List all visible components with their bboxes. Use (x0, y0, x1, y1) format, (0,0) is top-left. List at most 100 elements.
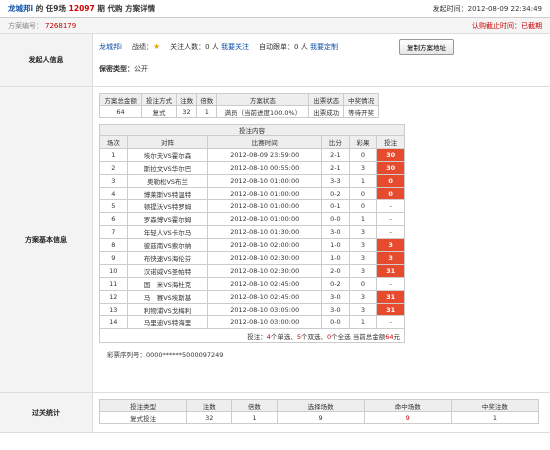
ticket-label: 彩票序列号： (107, 351, 146, 360)
match-score: 2-1 (321, 147, 350, 162)
match-score: 2-1 (321, 160, 350, 175)
match-result: 3 (348, 160, 378, 175)
stats-section: 过关统计 投注类型 注数 倍数 选择场数 命中场数 中奖注数 复式投注 32 1 9 9 1 (0, 393, 550, 433)
match-time: 2012-08-10 02:30:00 (207, 263, 323, 278)
summary-header: 方案总金额 (98, 93, 143, 106)
match-teams: 斯拉文VS华尔巴 (126, 160, 209, 175)
match-score: 0-0 (321, 212, 350, 227)
match-bet: 30 (376, 147, 405, 162)
basic-info-section-label: 方案基本信息 (0, 87, 93, 392)
table-row: 2 斯拉文VS华尔巴 2012-08-10 00:55:00 2-1 3 30 (99, 160, 405, 175)
match-teams: 布快速VS海伦芬 (126, 251, 209, 265)
match-result: 0 (348, 186, 378, 201)
summary-cell: 等待开奖 (343, 105, 379, 118)
match-no: 8 (99, 238, 128, 253)
match-score: 3-3 (321, 173, 350, 188)
triples-label: 个全选 当前总金额 (331, 332, 386, 341)
match-result: 0 (348, 147, 378, 162)
match-score: 2-0 (321, 263, 350, 278)
match-no: 14 (99, 315, 128, 330)
title-end: 期 代购 方案详情 (94, 4, 156, 13)
match-score: 3-0 (321, 302, 350, 317)
match-time: 2012-08-10 02:45:00 (207, 289, 323, 304)
privacy: 保密类型：公开 (99, 64, 544, 74)
follow-info: 关注人数：0 人 我要关注 (170, 42, 249, 52)
sponsor-name[interactable]: 龙城邦i (99, 42, 122, 52)
match-bet: 3 (376, 251, 405, 265)
stats-header: 注数 (186, 399, 233, 412)
sponsor-section-label: 发起人信息 (0, 34, 93, 86)
bet-summary-prefix: 投注： (247, 332, 267, 341)
privacy-label: 保密类型： (99, 65, 134, 73)
page-header: 龙城邦i 的 任9场 12097 期 代购 方案详情 发起时间：2012-08-… (0, 0, 550, 18)
match-result: 1 (348, 315, 378, 330)
follow-count: 0 人 (205, 43, 219, 51)
match-result: 3 (348, 263, 378, 278)
match-no: 5 (99, 199, 128, 214)
stats-section-label: 过关统计 (0, 393, 93, 432)
summary-header: 注数 (175, 93, 198, 106)
match-result: 3 (348, 251, 378, 265)
match-bet: - (376, 199, 405, 214)
match-time: 2012-08-10 01:00:00 (207, 186, 323, 201)
title-mid: 的 任9场 (33, 4, 69, 13)
follow-link[interactable]: 我要关注 (221, 43, 249, 51)
match-no: 2 (99, 160, 128, 175)
stats-header: 倍数 (231, 399, 278, 412)
scheme-id-label: 方案编号： (8, 21, 43, 30)
match-result: 3 (348, 302, 378, 317)
match-time: 2012-08-10 02:45:00 (207, 276, 323, 291)
copy-scheme-url-button[interactable]: 复制方案地址 (399, 39, 454, 55)
match-result: 1 (348, 173, 378, 188)
publish-time: 发起时间：2012-08-09 22:34:49 (433, 4, 542, 14)
match-header: 彩果 (348, 135, 378, 149)
match-header: 对阵 (126, 135, 209, 149)
match-time: 2012-08-10 01:00:00 (207, 173, 323, 188)
match-result: 3 (348, 238, 378, 253)
stats-header: 选择场数 (276, 399, 365, 412)
match-result: 0 (348, 199, 378, 214)
page-title: 龙城邦i 的 任9场 12097 期 代购 方案详情 (8, 3, 155, 14)
match-header: 场次 (99, 135, 128, 149)
summary-table: 方案总金额 投注方式 注数 倍数 方案状态 出票状态 中奖情况 64 复式 32 1 满员（当前进度… (98, 93, 379, 118)
sponsor-name-link[interactable]: 龙城邦i (8, 4, 33, 13)
sponsor-section: 发起人信息 龙城邦i 战绩：★ 关注人数：0 人 我要关注 自动跟单：0 人 我… (0, 34, 550, 87)
match-bet: 31 (376, 289, 405, 304)
match-bet: - (376, 276, 405, 291)
table-row: 11 国 米VS海杜克 2012-08-10 02:45:00 0-2 0- (99, 276, 405, 291)
stats-header: 命中场数 (363, 399, 452, 412)
table-row: 13 利物浦VS戈梅利 2012-08-10 03:05:00 3-0 3 31 (99, 302, 405, 317)
scheme-id: 7268179 (45, 21, 77, 30)
match-teams: 汉诺威VS圣帕特 (126, 263, 209, 278)
match-teams: 埃尔夫VS霍尔森 (126, 147, 209, 162)
total-unit: 元 (393, 332, 401, 341)
auto-follow-info: 自动跟单：0 人 我要定制 (259, 42, 338, 52)
table-row: 12 马 赛VS埃斯基 2012-08-10 02:45:00 3-0 3 31 (99, 289, 405, 304)
summary-cell: 出票成功 (308, 105, 345, 118)
table-row: 1 埃尔夫VS霍尔森 2012-08-09 23:59:00 2-1 0 30 (99, 147, 405, 162)
basic-info-section: 方案基本信息 方案总金额 投注方式 注数 倍数 方案状态 出票状态 中奖情况 64 复式 32 1… (0, 87, 550, 393)
table-row: 10 汉诺威VS圣帕特 2012-08-10 02:30:00 2-0 3 31 (99, 263, 405, 278)
match-bet: 3 (376, 238, 405, 253)
match-teams: 罗森博VS霍尔姆 (126, 212, 209, 227)
deadline-value: 已截期 (521, 21, 542, 30)
table-row: 8 彼兹南VS索尔纳 2012-08-10 02:00:00 1-0 3 3 (99, 238, 405, 253)
summary-header: 中奖情况 (343, 93, 379, 106)
match-teams: 年轻人VS卡尔马 (126, 225, 209, 240)
match-teams: 博莱斯VS特温特 (126, 186, 209, 201)
match-header: 比赛时间 (207, 135, 323, 149)
follow-label: 关注人数： (170, 43, 206, 51)
ticket-number: 0000******5000097249 (146, 351, 224, 360)
match-bet: 0 (376, 173, 405, 188)
match-score: 0-2 (321, 186, 350, 201)
match-teams: 顿提沃VS特罗姆 (126, 199, 209, 214)
match-time: 2012-08-10 03:05:00 (207, 302, 323, 317)
auto-follow-link[interactable]: 我要定制 (310, 43, 338, 51)
summary-header: 倍数 (196, 93, 218, 106)
star-icon: ★ (152, 42, 161, 51)
table-row: 5 顿提沃VS特罗姆 2012-08-10 01:00:00 0-1 0- (99, 199, 405, 214)
auto-label: 自动跟单： (259, 43, 295, 51)
issue-number: 12097 (68, 4, 95, 13)
doubles-label: 个双选、 (301, 332, 327, 341)
stats-table: 投注类型 注数 倍数 选择场数 命中场数 中奖注数 复式投注 32 1 9 9 1 (98, 399, 540, 424)
